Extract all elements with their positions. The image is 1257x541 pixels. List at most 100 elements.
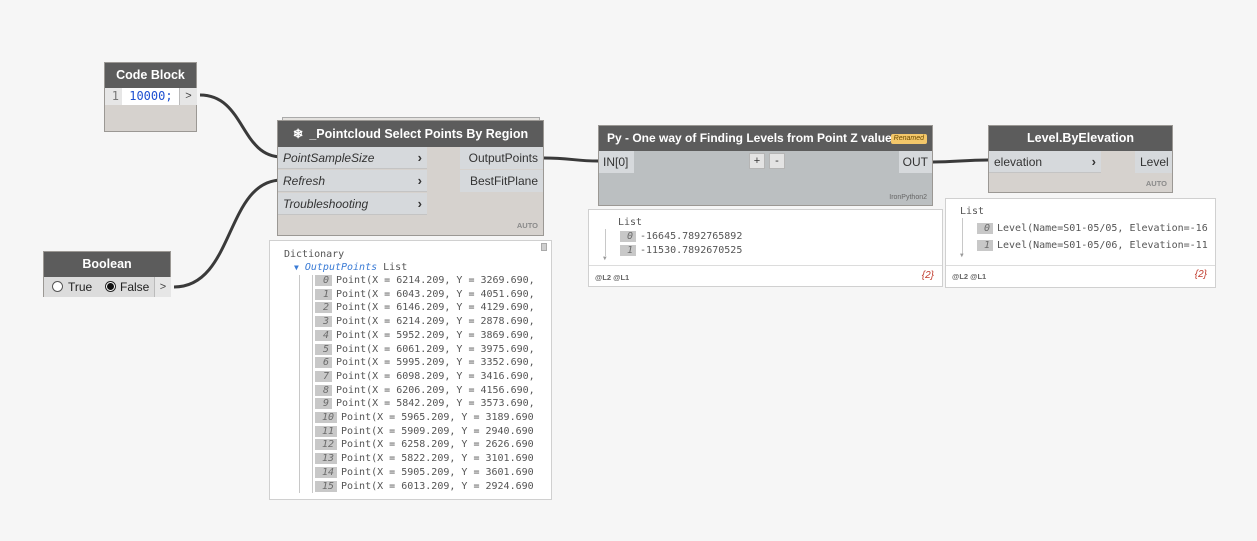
- item-count: {2}: [1194, 269, 1207, 280]
- output-port-outputpoints[interactable]: OutputPoints: [460, 147, 543, 169]
- level-preview[interactable]: List ▼ 0 Level(Name=S01-05/05, Elevation=…: [945, 198, 1216, 288]
- input-port-label: Troubleshooting: [283, 197, 369, 211]
- snowflake-icon: ❄: [292, 127, 304, 141]
- list-item[interactable]: 9 Point(X = 5842.209, Y = 3573.690,: [315, 398, 535, 410]
- pointcloud-title: _Pointcloud Select Points By Region: [309, 127, 529, 141]
- list-item[interactable]: 4 Point(X = 5952.209, Y = 3869.690,: [315, 329, 535, 341]
- input-port-elevation[interactable]: elevation ›: [989, 151, 1101, 173]
- list-item[interactable]: 7 Point(X = 6098.209, Y = 3416.690,: [315, 370, 535, 382]
- tree-line: [605, 229, 606, 256]
- list-value: Point(X = 5965.209, Y = 3189.690: [341, 412, 534, 423]
- dictionary-key-row[interactable]: ▼ OutputPoints List: [294, 262, 407, 273]
- list-index: 3: [315, 316, 332, 328]
- boolean-node[interactable]: Boolean True False >: [43, 251, 171, 297]
- remove-input-button[interactable]: -: [769, 153, 785, 169]
- pointcloud-node[interactable]: ❄ _Pointcloud Select Points By Region Poi…: [277, 120, 544, 236]
- list-index: 5: [315, 343, 332, 355]
- list-item[interactable]: 8 Point(X = 6206.209, Y = 4156.690,: [315, 384, 535, 396]
- code-line-number: 1: [105, 88, 122, 105]
- list-item[interactable]: 5 Point(X = 6061.209, Y = 3975.690,: [315, 343, 535, 355]
- list-value: Point(X = 6146.209, Y = 4129.690,: [336, 302, 535, 314]
- list-value: Point(X = 5842.209, Y = 3573.690,: [336, 398, 535, 410]
- python-title-bar: Py - One way of Finding Levels from Poin…: [599, 126, 932, 151]
- list-item[interactable]: 13 Point(X = 5822.209, Y = 3101.690: [315, 453, 535, 465]
- python-input-port[interactable]: IN[0]: [599, 151, 634, 173]
- tree-line: [962, 218, 963, 254]
- input-port-refresh[interactable]: Refresh ›: [278, 170, 427, 192]
- input-port-label: Refresh: [283, 174, 326, 188]
- list-value: Point(X = 5952.209, Y = 3869.690,: [336, 329, 535, 341]
- list-item[interactable]: 1 -11530.7892670525: [620, 245, 742, 256]
- list-value: Point(X = 6214.209, Y = 3269.690,: [336, 275, 535, 286]
- list-item[interactable]: 1 Level(Name=S01-05/06, Elevation=-11: [977, 240, 1213, 251]
- list-item[interactable]: 2 Point(X = 6146.209, Y = 4129.690,: [315, 302, 535, 314]
- list-item[interactable]: 14 Point(X = 5905.209, Y = 3601.690: [315, 466, 535, 478]
- wire-out-to-elevation: [932, 158, 989, 164]
- list-value: Point(X = 6258.209, Y = 2626.690: [341, 439, 534, 451]
- list-item[interactable]: 10 Point(X = 5965.209, Y = 3189.690: [315, 412, 535, 423]
- list-item[interactable]: 0 -16645.7892765892: [620, 231, 742, 242]
- boolean-output-port[interactable]: >: [154, 277, 171, 297]
- list-value: Point(X = 5995.209, Y = 3352.690,: [336, 357, 535, 369]
- list-value: Level(Name=S01-05/06, Elevation=-11: [997, 240, 1208, 251]
- input-port-troubleshooting[interactable]: Troubleshooting ›: [278, 193, 427, 215]
- list-item[interactable]: 0 Point(X = 6214.209, Y = 3269.690,: [315, 275, 535, 286]
- list-item[interactable]: 0 Level(Name=S01-05/05, Elevation=-16: [977, 223, 1213, 234]
- python-preview[interactable]: List ▼ 0 -16645.7892765892 1 -11530.789267…: [588, 209, 943, 287]
- list-index: 0: [620, 231, 636, 242]
- list-index: 6: [315, 357, 332, 369]
- list-item[interactable]: 6 Point(X = 5995.209, Y = 3352.690,: [315, 357, 535, 369]
- scrollbar-thumb[interactable]: [541, 243, 547, 251]
- dictionary-key: OutputPoints: [304, 262, 378, 273]
- wire-outputpoints-to-in0: [543, 156, 599, 163]
- list-item[interactable]: 12 Point(X = 6258.209, Y = 2626.690: [315, 439, 535, 451]
- code-text[interactable]: 10000;: [129, 89, 172, 103]
- preview-header: List: [618, 217, 643, 228]
- list-value: Point(X = 5909.209, Y = 2940.690: [341, 425, 534, 437]
- python-node[interactable]: Py - One way of Finding Levels from Poin…: [598, 125, 933, 206]
- input-port-label: PointSampleSize: [283, 151, 375, 165]
- preview-footer-divider: [589, 265, 942, 266]
- code-block-output-port[interactable]: >: [179, 88, 197, 105]
- list-index: 13: [315, 453, 337, 465]
- pointcloud-preview[interactable]: Dictionary ▼ OutputPoints List 0 Point(X …: [269, 240, 552, 500]
- list-index: 11: [315, 425, 337, 437]
- boolean-body: True False: [44, 277, 154, 297]
- false-radio-dot: [107, 283, 114, 290]
- renamed-badge: Renamed: [890, 134, 927, 144]
- list-value: Point(X = 6013.209, Y = 2924.690: [341, 480, 534, 492]
- true-label: True: [68, 280, 93, 294]
- tree-line: [312, 275, 313, 493]
- list-value: Point(X = 6098.209, Y = 3416.690,: [336, 370, 535, 382]
- level-by-elevation-node[interactable]: Level.ByElevation elevation › Level AUTO: [988, 125, 1173, 193]
- list-value: Point(X = 6043.209, Y = 4051.690,: [336, 288, 535, 300]
- output-port-level[interactable]: Level: [1135, 151, 1172, 173]
- true-radio[interactable]: [52, 281, 63, 292]
- input-port-pointsamplesize[interactable]: PointSampleSize ›: [278, 147, 427, 169]
- list-index: 1: [977, 240, 993, 251]
- list-index: 4: [315, 329, 332, 341]
- output-port-bestfitplane[interactable]: BestFitPlane: [460, 170, 543, 192]
- list-value: Point(X = 5822.209, Y = 3101.690: [341, 453, 534, 465]
- python-title: Py - One way of Finding Levels from Poin…: [607, 131, 899, 145]
- list-index: 0: [977, 223, 993, 234]
- list-item[interactable]: 1 Point(X = 6043.209, Y = 4051.690,: [315, 288, 535, 300]
- code-block-node[interactable]: Code Block 1 10000; >: [104, 62, 197, 132]
- list-item[interactable]: 3 Point(X = 6214.209, Y = 2878.690,: [315, 316, 535, 328]
- python-output-port[interactable]: OUT: [899, 151, 932, 173]
- wire-boolean-to-refresh: [173, 178, 283, 289]
- add-input-button[interactable]: +: [749, 153, 765, 169]
- chevron-right-icon: ›: [417, 173, 422, 188]
- lacing-label: AUTO: [1145, 179, 1167, 188]
- level-title: Level.ByElevation: [989, 126, 1172, 151]
- list-item[interactable]: 11 Point(X = 5909.209, Y = 2940.690: [315, 425, 535, 437]
- false-label: False: [120, 280, 150, 294]
- list-index: 1: [315, 288, 332, 300]
- lacing-label: AUTO: [516, 221, 538, 230]
- list-index: 14: [315, 466, 337, 478]
- list-value: Point(X = 6061.209, Y = 3975.690,: [336, 343, 535, 355]
- list-item[interactable]: 15 Point(X = 6013.209, Y = 2924.690: [315, 480, 535, 492]
- tree-end-dot: ▼: [603, 255, 607, 262]
- boolean-title: Boolean: [44, 252, 170, 277]
- false-radio[interactable]: [105, 281, 116, 292]
